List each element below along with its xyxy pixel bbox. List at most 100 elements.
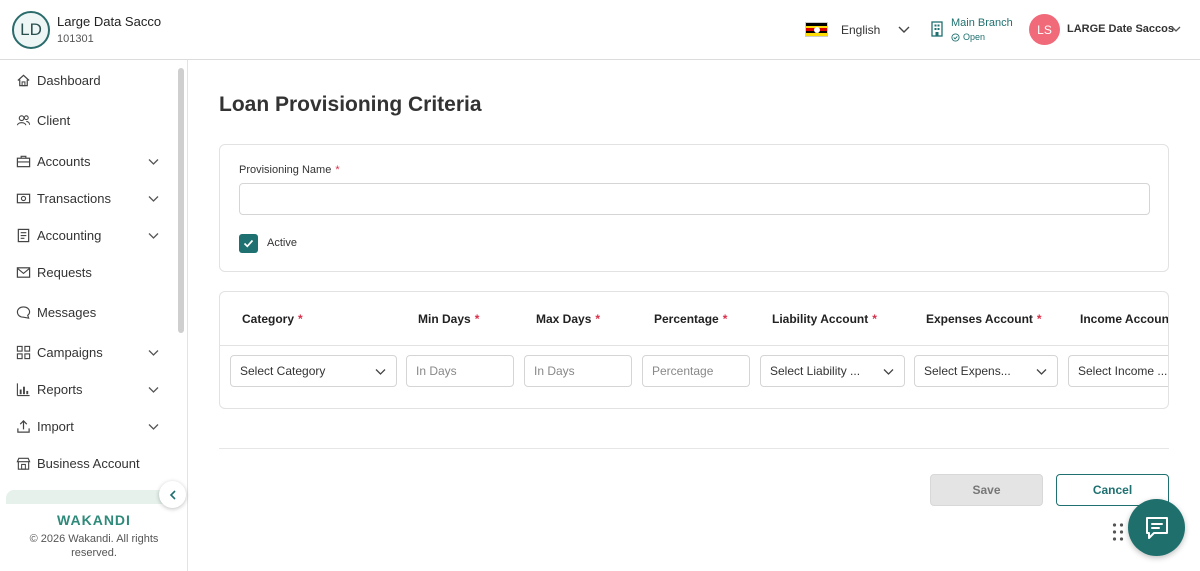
- liability-account-select-value: Select Liability ...: [770, 364, 861, 378]
- sidebar-item-requests[interactable]: Requests: [0, 257, 176, 287]
- upload-icon: [17, 419, 30, 433]
- required-mark: *: [872, 312, 877, 326]
- chevron-down-icon: [1036, 368, 1047, 375]
- store-icon: [16, 457, 31, 470]
- chevron-down-icon[interactable]: [147, 420, 160, 433]
- grid-icon: [16, 345, 31, 359]
- uganda-flag-icon[interactable]: [805, 22, 828, 37]
- sidebar-item-label: Dashboard: [37, 72, 101, 88]
- required-mark: *: [298, 312, 303, 326]
- chevron-down-icon[interactable]: [147, 383, 160, 396]
- column-header-label: Liability Account: [772, 312, 869, 326]
- column-header-label: Income Account: [1080, 312, 1169, 326]
- chat-bubble-icon: [1145, 516, 1168, 539]
- column-header-income-account: Income Account: [1080, 312, 1169, 326]
- chevron-down-icon: [375, 368, 386, 375]
- column-header-expenses-account: Expenses Account *: [926, 312, 1042, 326]
- table-header-row: Category * Min Days * Max Days * Percentage…: [220, 292, 1169, 346]
- criteria-table: Category * Min Days * Max Days * Percentage…: [219, 291, 1169, 409]
- branch-status-label: Open: [963, 32, 986, 42]
- top-header: LD Large Data Sacco 101301 English Main …: [0, 0, 1200, 60]
- percentage-input[interactable]: [642, 355, 750, 387]
- expenses-account-select-value: Select Expens...: [924, 364, 1011, 378]
- chevron-left-icon: [169, 489, 176, 500]
- sidebar-scrollbar[interactable]: [178, 68, 184, 333]
- page-title: Loan Provisioning Criteria: [219, 93, 482, 116]
- expenses-account-select[interactable]: Select Expens...: [914, 355, 1058, 387]
- sidebar-item-business-account[interactable]: Business Account: [0, 448, 176, 478]
- briefcase-icon: [16, 155, 31, 167]
- active-label: Active: [267, 237, 297, 249]
- sidebar-item-import[interactable]: Import: [0, 411, 176, 441]
- column-header-label: Percentage: [654, 312, 719, 326]
- user-avatar[interactable]: LS: [1029, 14, 1060, 45]
- sidebar-item-reports[interactable]: Reports: [0, 374, 176, 404]
- sidebar-item-label: Requests: [37, 264, 92, 280]
- column-header-max-days: Max Days *: [536, 312, 600, 326]
- sidebar-item-client[interactable]: Client: [0, 105, 176, 135]
- org-code: 101301: [57, 33, 94, 45]
- users-icon: [16, 114, 31, 125]
- chat-icon: [16, 305, 31, 319]
- mail-icon: [16, 266, 31, 278]
- chevron-down-icon[interactable]: [147, 229, 160, 242]
- required-mark: *: [335, 164, 340, 176]
- section-divider: [219, 448, 1169, 449]
- chevron-down-icon[interactable]: [147, 155, 160, 168]
- save-button[interactable]: Save: [930, 474, 1043, 506]
- sidebar-item-label: Business Account: [37, 455, 140, 471]
- drag-handle-icon[interactable]: [1112, 522, 1124, 542]
- column-header-label: Min Days: [418, 312, 471, 326]
- income-account-select-value: Select Income ...: [1078, 364, 1168, 378]
- sidebar-item-label: Client: [37, 112, 71, 128]
- min-days-input[interactable]: [406, 355, 514, 387]
- sidebar-item-dashboard[interactable]: Dashboard: [0, 65, 176, 95]
- income-account-select[interactable]: Select Income ...: [1068, 355, 1168, 387]
- chevron-down-icon[interactable]: [1170, 23, 1182, 35]
- sidebar-item-label: Transactions: [37, 190, 111, 206]
- checkmark-icon: [243, 239, 254, 248]
- required-mark: *: [722, 312, 728, 326]
- provisioning-name-label: Provisioning Name *: [239, 164, 340, 176]
- user-name[interactable]: LARGE Date Saccos: [1067, 23, 1174, 35]
- branch-status: Open: [951, 32, 985, 42]
- column-header-percentage: Percentage *: [654, 312, 727, 326]
- provisioning-form-card: Provisioning Name * Active: [219, 144, 1169, 272]
- active-checkbox[interactable]: [239, 234, 258, 253]
- column-header-label: Max Days: [536, 312, 592, 326]
- sidebar-item-label: Import: [37, 418, 74, 434]
- app-root: LD Large Data Sacco 101301 English Main …: [0, 0, 1200, 571]
- sidebar-item-label: Accounts: [37, 153, 91, 169]
- collapse-sidebar-button[interactable]: [159, 481, 186, 508]
- ledger-icon: [17, 228, 30, 242]
- category-select[interactable]: Select Category: [230, 355, 397, 387]
- chevron-down-icon[interactable]: [147, 346, 160, 359]
- chevron-down-icon[interactable]: [147, 192, 160, 205]
- language-selector[interactable]: English: [841, 23, 880, 37]
- sidebar-item-messages[interactable]: Messages: [0, 297, 176, 327]
- column-header-liability-account: Liability Account *: [772, 312, 877, 326]
- org-avatar[interactable]: LD: [12, 11, 50, 49]
- liability-account-select[interactable]: Select Liability ...: [760, 355, 905, 387]
- sidebar-active-highlight: [6, 490, 176, 504]
- cash-icon: [16, 193, 31, 203]
- max-days-input[interactable]: [524, 355, 632, 387]
- branch-name[interactable]: Main Branch: [951, 17, 1013, 29]
- sidebar-item-transactions[interactable]: Transactions: [0, 183, 176, 213]
- chat-support-button[interactable]: [1128, 499, 1185, 556]
- column-header-label: Category: [242, 312, 295, 326]
- sidebar-item-accounting[interactable]: Accounting: [0, 220, 176, 250]
- provisioning-name-input[interactable]: [239, 183, 1150, 215]
- check-circle-icon: [951, 32, 960, 42]
- sidebar-item-accounts[interactable]: Accounts: [0, 146, 176, 176]
- required-mark: *: [595, 312, 601, 326]
- chevron-down-icon[interactable]: [897, 22, 911, 36]
- provisioning-name-label-text: Provisioning Name: [239, 164, 332, 176]
- required-mark: *: [1036, 312, 1042, 326]
- brand-logo: WAKANDI: [57, 512, 131, 528]
- sidebar-item-label: Accounting: [37, 227, 102, 243]
- building-icon: [931, 21, 943, 37]
- sidebar-item-label: Campaigns: [37, 344, 103, 360]
- sidebar-item-campaigns[interactable]: Campaigns: [0, 337, 176, 367]
- sidebar-item-label: Reports: [37, 381, 83, 397]
